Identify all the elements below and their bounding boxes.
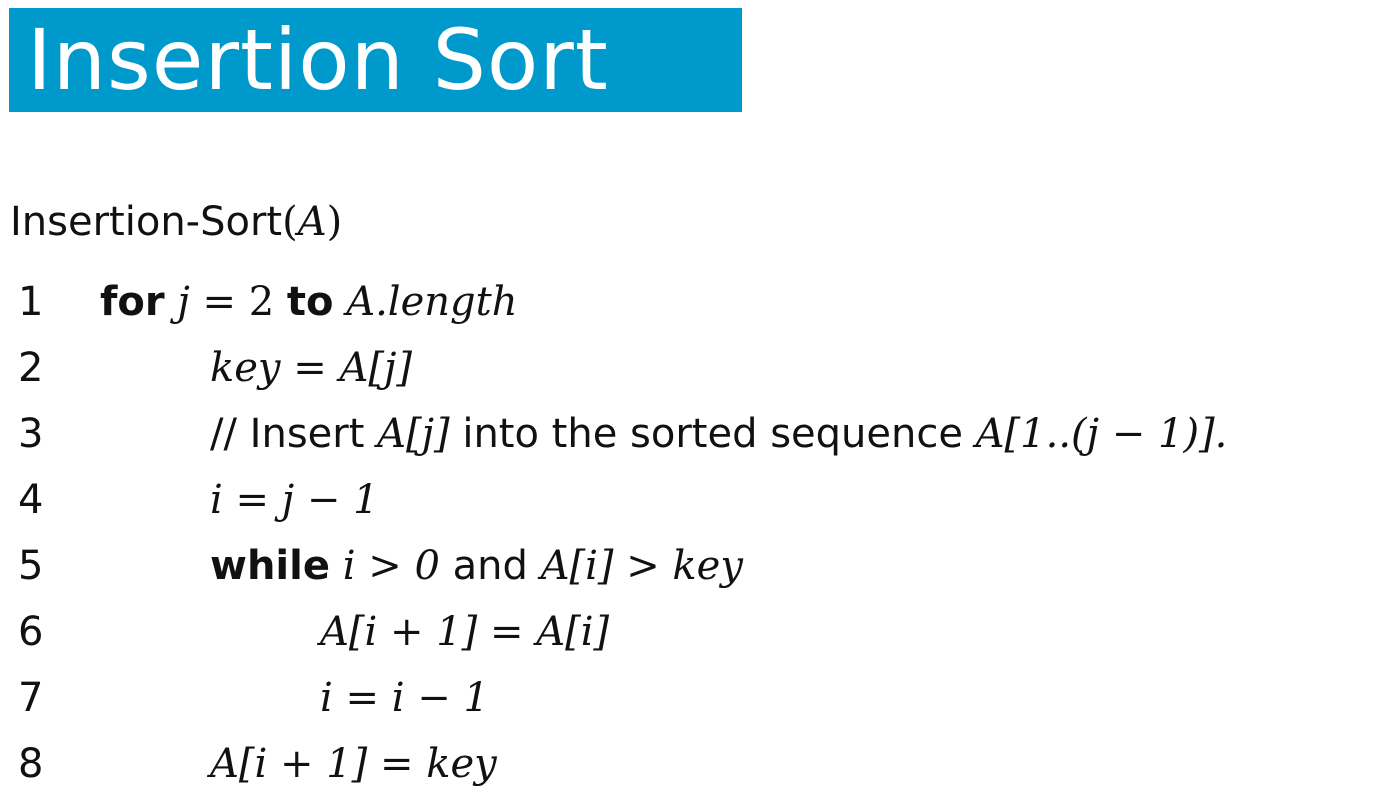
keyword-for: for bbox=[100, 279, 165, 325]
assign-rhs: i − 1 bbox=[391, 675, 489, 721]
code-line-4: 4 i = j − 1 bbox=[0, 468, 1382, 532]
procedure-signature: Insertion-Sort(A) bbox=[10, 192, 342, 252]
comment-text: into the sorted sequence bbox=[462, 411, 963, 457]
assign-rhs: j − 1 bbox=[281, 477, 379, 523]
page-title: Insertion Sort bbox=[27, 11, 609, 109]
open-paren: ( bbox=[282, 199, 298, 245]
code-line-5: 5 while i > 0 and A[i] > key bbox=[0, 534, 1382, 598]
keyword-to: to bbox=[286, 279, 334, 325]
line-number: 3 bbox=[18, 411, 44, 457]
line-number: 2 bbox=[18, 345, 44, 391]
assign-rhs: A[j] bbox=[339, 345, 412, 391]
loop-variable: j bbox=[177, 279, 190, 325]
line-number: 8 bbox=[18, 741, 44, 787]
operator: = bbox=[345, 675, 380, 721]
condition-2: A[i] > key bbox=[540, 543, 743, 589]
comment-expr-2: A[1..(j − 1)]. bbox=[975, 411, 1228, 457]
code-line-3: 3 // Insert A[j] into the sorted sequenc… bbox=[0, 402, 1382, 466]
keyword-and: and bbox=[452, 543, 528, 589]
code-line-7: 7 i = i − 1 bbox=[0, 666, 1382, 730]
code-content: i = i − 1 bbox=[320, 666, 489, 730]
loop-end: A.length bbox=[346, 279, 518, 325]
operator: = bbox=[490, 609, 524, 655]
code-content: key = A[j] bbox=[210, 336, 412, 400]
code-content: i = j − 1 bbox=[210, 468, 379, 532]
assign-rhs: A[i] bbox=[536, 609, 610, 655]
loop-start: 2 bbox=[248, 279, 275, 325]
assign-lhs: i bbox=[320, 675, 333, 721]
procedure-name: Insertion-Sort bbox=[10, 199, 283, 245]
code-line-1: 1 for j = 2 to A.length bbox=[0, 270, 1382, 334]
assign-rhs: key bbox=[426, 741, 497, 787]
comment-expr-1: A[j] bbox=[377, 411, 450, 457]
operator: = bbox=[235, 477, 270, 523]
keyword-while: while bbox=[210, 543, 330, 589]
operator: = bbox=[293, 345, 327, 391]
code-line-2: 2 key = A[j] bbox=[0, 336, 1382, 400]
line-number: 5 bbox=[18, 543, 44, 589]
code-content: A[i + 1] = A[i] bbox=[320, 600, 609, 664]
line-number: 7 bbox=[18, 675, 44, 721]
comment-prefix: // Insert bbox=[210, 411, 365, 457]
code-line-8: 8 A[i + 1] = key bbox=[0, 732, 1382, 796]
operator: = bbox=[380, 741, 414, 787]
operator: = bbox=[202, 279, 236, 325]
assign-lhs: A[i + 1] bbox=[210, 741, 368, 787]
code-content: while i > 0 and A[i] > key bbox=[210, 534, 743, 598]
code-line-6: 6 A[i + 1] = A[i] bbox=[0, 600, 1382, 664]
line-number: 6 bbox=[18, 609, 44, 655]
title-banner: Insertion Sort bbox=[9, 8, 742, 112]
code-comment: // Insert A[j] into the sorted sequence … bbox=[210, 402, 1227, 466]
condition-1: i > 0 bbox=[342, 543, 440, 589]
code-content: A[i + 1] = key bbox=[210, 732, 497, 796]
assign-lhs: A[i + 1] bbox=[320, 609, 478, 655]
line-number: 1 bbox=[18, 279, 44, 325]
assign-lhs: key bbox=[210, 345, 281, 391]
assign-lhs: i bbox=[210, 477, 223, 523]
code-content: for j = 2 to A.length bbox=[100, 270, 517, 334]
close-paren: ) bbox=[326, 199, 343, 245]
line-number: 4 bbox=[18, 477, 44, 523]
procedure-param: A bbox=[297, 199, 327, 245]
